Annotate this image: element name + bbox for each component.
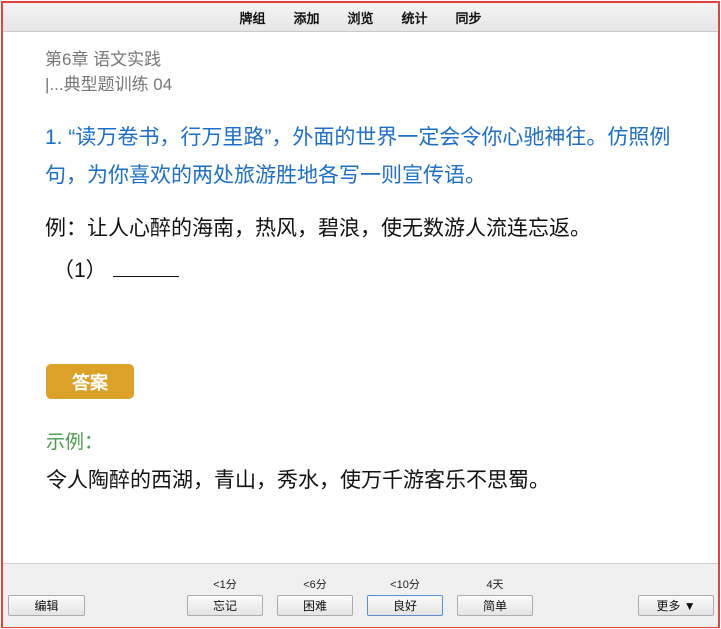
menu-stats[interactable]: 统计: [388, 8, 442, 27]
interval-hard: <6分: [303, 579, 327, 591]
answer-blank: （1）: [53, 251, 705, 291]
menu-add[interactable]: 添加: [279, 8, 333, 27]
menu-sync[interactable]: 同步: [442, 8, 496, 27]
card-content: 第6章 语文实践 |...典型题训练 04 1. “读万卷书，行万里路”，外面的…: [45, 47, 705, 291]
menu-browse[interactable]: 浏览: [333, 8, 387, 27]
top-menu-bar: 牌组 添加 浏览 统计 同步: [3, 3, 718, 32]
interval-easy: 4天: [486, 579, 504, 591]
blank-underline: [112, 256, 179, 277]
blank-prefix: （1）: [53, 259, 107, 282]
answer-text: 令人陶醉的西湖，青山，秀水，使万千游客乐不思蜀。: [46, 469, 550, 492]
interval-good: <10分: [390, 579, 420, 591]
more-button[interactable]: 更多 ▼: [638, 595, 714, 616]
example-label: 示例：: [46, 432, 104, 453]
question-text: 1. “读万卷书，行万里路”，外面的世界一定会令你心驰神往。仿照例句，为你喜欢的…: [45, 126, 671, 187]
good-button[interactable]: 良好: [367, 595, 443, 616]
edit-button[interactable]: 编辑: [8, 595, 85, 616]
bottom-toolbar: 编辑 <1分 忘记 <6分 困难 <10分 良好 4天 简单 更多 ▼: [3, 563, 718, 627]
interval-again: <1分: [213, 579, 237, 591]
easy-button[interactable]: 简单: [457, 595, 533, 616]
hard-button[interactable]: 困难: [277, 595, 353, 616]
review-window: 牌组 添加 浏览 统计 同步 第6章 语文实践 |...典型题训练 04 1. …: [1, 1, 720, 628]
menu-decks[interactable]: 牌组: [225, 8, 279, 27]
subchapter-title: |...典型题训练 04: [45, 75, 173, 94]
example-text: 例：让人心醉的海南，热风，碧浪，使无数游人流连忘返。: [45, 217, 591, 240]
again-button[interactable]: 忘记: [187, 595, 263, 616]
answer-badge: 答案: [46, 364, 134, 399]
chapter-title: 第6章 语文实践: [45, 50, 162, 69]
